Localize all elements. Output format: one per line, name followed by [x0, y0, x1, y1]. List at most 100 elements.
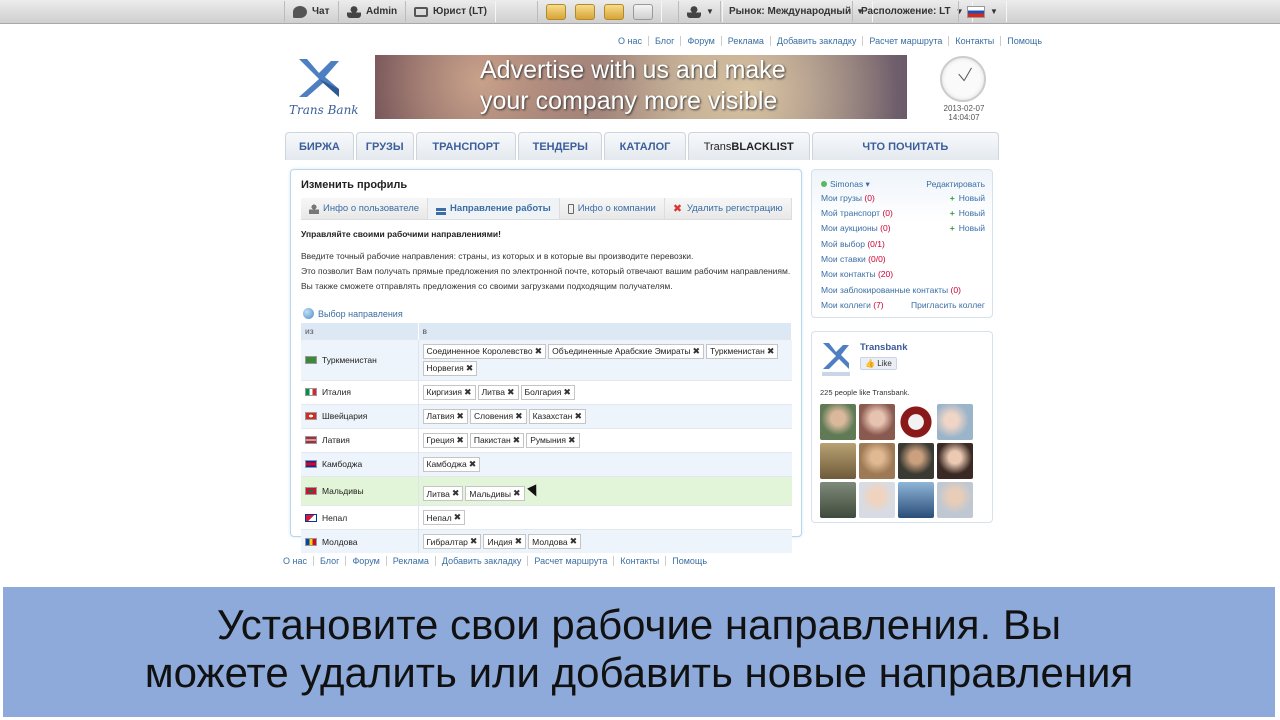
sidebar-item-bids[interactable]: Мои ставки (0/0): [821, 254, 886, 264]
username-link[interactable]: Simonas ▾: [821, 179, 870, 190]
link-contacts[interactable]: Контакты: [948, 36, 1000, 46]
remove-icon[interactable]: ✖: [515, 411, 523, 422]
destination-label: Туркменистан: [710, 346, 765, 356]
link-bookmark[interactable]: Добавить закладку: [769, 36, 863, 46]
remove-icon[interactable]: ✖: [570, 536, 578, 547]
link-route[interactable]: Расчет маршрута: [862, 36, 948, 46]
role-button[interactable]: Юрист (LT): [405, 1, 496, 22]
remove-icon[interactable]: ✖: [454, 512, 462, 523]
link-blog[interactable]: Блог: [647, 36, 680, 46]
tab-catalog[interactable]: КАТАЛОГ: [604, 132, 686, 160]
avatar[interactable]: [937, 404, 973, 440]
remove-icon[interactable]: ✖: [568, 435, 576, 446]
message-icon[interactable]: [633, 3, 653, 20]
tab-user-info[interactable]: Инфо о пользователе: [301, 198, 429, 219]
user-label: Admin: [366, 6, 398, 17]
link-about[interactable]: О нас: [612, 36, 648, 46]
tab-birzha[interactable]: БИРЖА: [285, 132, 354, 160]
footer-link-forum[interactable]: Форум: [345, 556, 385, 566]
sidebar-item-transport[interactable]: Мой транспорт (0): [821, 208, 893, 218]
avatar[interactable]: [820, 404, 856, 440]
sidebar-item-cargo[interactable]: Мои грузы (0): [821, 193, 875, 203]
transbank-logo[interactable]: Trans Bank: [289, 55, 359, 121]
tab-tenders[interactable]: ТЕНДЕРЫ: [518, 132, 603, 160]
destination-label: Мальдивы: [469, 488, 512, 499]
tab-transport[interactable]: ТРАНСПОРТ: [415, 132, 517, 160]
invite-colleagues-link[interactable]: Пригласить коллег: [911, 300, 985, 310]
remove-icon[interactable]: ✖: [466, 363, 474, 374]
avatar[interactable]: [859, 443, 895, 479]
footer-link-blog[interactable]: Блог: [312, 556, 345, 566]
destination-label: Норвегия: [426, 363, 464, 373]
sidebar-item-colleagues[interactable]: Мои коллеги (7): [821, 300, 884, 310]
remove-icon[interactable]: ✖: [515, 536, 523, 547]
footer-link-about[interactable]: О нас: [283, 556, 313, 566]
clock-time: 14:04:07: [948, 113, 980, 122]
avatar[interactable]: [859, 482, 895, 518]
select-direction-link[interactable]: Выбор направления: [303, 308, 403, 319]
remove-icon[interactable]: ✖: [456, 435, 464, 446]
facebook-page-name[interactable]: Transbank: [860, 342, 908, 353]
destination-chip: Индия ✖: [483, 534, 527, 549]
new-cargo-link[interactable]: + Новый: [950, 193, 985, 203]
edit-profile-link[interactable]: Редактировать: [926, 179, 985, 190]
new-transport-link[interactable]: + Новый: [950, 208, 985, 218]
destination-chip: Непал ✖: [422, 510, 466, 525]
folder-icon[interactable]: [546, 3, 566, 20]
location-dropdown[interactable]: Расположение: LT ▼: [852, 1, 973, 22]
user-button[interactable]: Admin: [338, 1, 407, 22]
avatar[interactable]: [859, 404, 895, 440]
from-country: Туркменистан: [322, 354, 377, 365]
sidebar-item-auctions[interactable]: Мои аукционы (0): [821, 223, 891, 233]
new-auction-link[interactable]: + Новый: [950, 223, 985, 233]
remove-icon[interactable]: ✖: [767, 346, 775, 357]
tools-icon[interactable]: [604, 3, 624, 20]
remove-icon[interactable]: ✖: [452, 488, 460, 499]
chat-button[interactable]: Чат: [284, 1, 339, 22]
tab-blacklist[interactable]: Trans BLACKLIST: [687, 132, 810, 160]
avatar[interactable]: [820, 443, 856, 479]
footer-link-bookmark[interactable]: Добавить закладку: [434, 556, 528, 566]
avatar[interactable]: [820, 482, 856, 518]
remove-icon[interactable]: ✖: [574, 411, 582, 422]
remove-icon[interactable]: ✖: [456, 411, 464, 422]
tab-user-info-label: Инфо о пользователе: [323, 203, 420, 214]
sidebar-item-blocked[interactable]: Мои заблокированные контакты (0): [821, 285, 961, 295]
remove-icon[interactable]: ✖: [513, 435, 521, 446]
avatar[interactable]: [898, 404, 934, 440]
sidebar-item-contacts[interactable]: Мои контакты (20): [821, 269, 893, 279]
market-dropdown[interactable]: Рынок: Международный ▼: [720, 1, 874, 22]
plus-icon: +: [949, 208, 955, 218]
tab-company-info[interactable]: Инфо о компании: [560, 198, 665, 219]
remove-icon[interactable]: ✖: [563, 387, 571, 398]
avatar[interactable]: [898, 443, 934, 479]
remove-icon[interactable]: ✖: [507, 387, 515, 398]
remove-icon[interactable]: ✖: [535, 346, 543, 357]
table-row: Непал Непал ✖: [301, 505, 792, 530]
language-dropdown[interactable]: ▼: [958, 1, 1007, 22]
profile-menu[interactable]: ▼: [678, 1, 723, 22]
avatar[interactable]: [898, 482, 934, 518]
avatar[interactable]: [937, 482, 973, 518]
footer-link-contacts[interactable]: Контакты: [613, 556, 665, 566]
link-ads[interactable]: Реклама: [720, 36, 770, 46]
facebook-like-button[interactable]: 👍 Like: [860, 357, 897, 370]
tab-reading[interactable]: ЧТО ПОЧИТАТЬ: [811, 132, 1000, 160]
tab-delete-registration[interactable]: ✖ Удалить регистрацию: [665, 198, 792, 219]
footer-link-ads[interactable]: Реклама: [385, 556, 435, 566]
remove-icon[interactable]: ✖: [470, 536, 478, 547]
remove-icon[interactable]: ✖: [469, 459, 477, 470]
link-help[interactable]: Помощь: [1000, 36, 1048, 46]
ad-banner[interactable]: Advertise with us and make your company …: [375, 55, 907, 119]
truck-icon[interactable]: [575, 3, 595, 20]
sidebar-item-choice[interactable]: Мой выбор (0/1): [821, 239, 885, 249]
remove-icon[interactable]: ✖: [464, 387, 472, 398]
tab-cargo[interactable]: ГРУЗЫ: [355, 132, 414, 160]
footer-link-help[interactable]: Помощь: [665, 556, 713, 566]
tab-work-directions[interactable]: Направление работы: [428, 198, 560, 219]
remove-icon[interactable]: ✖: [513, 488, 521, 499]
avatar[interactable]: [937, 443, 973, 479]
remove-icon[interactable]: ✖: [693, 346, 701, 357]
footer-link-route[interactable]: Расчет маршрута: [527, 556, 613, 566]
link-forum[interactable]: Форум: [680, 36, 720, 46]
